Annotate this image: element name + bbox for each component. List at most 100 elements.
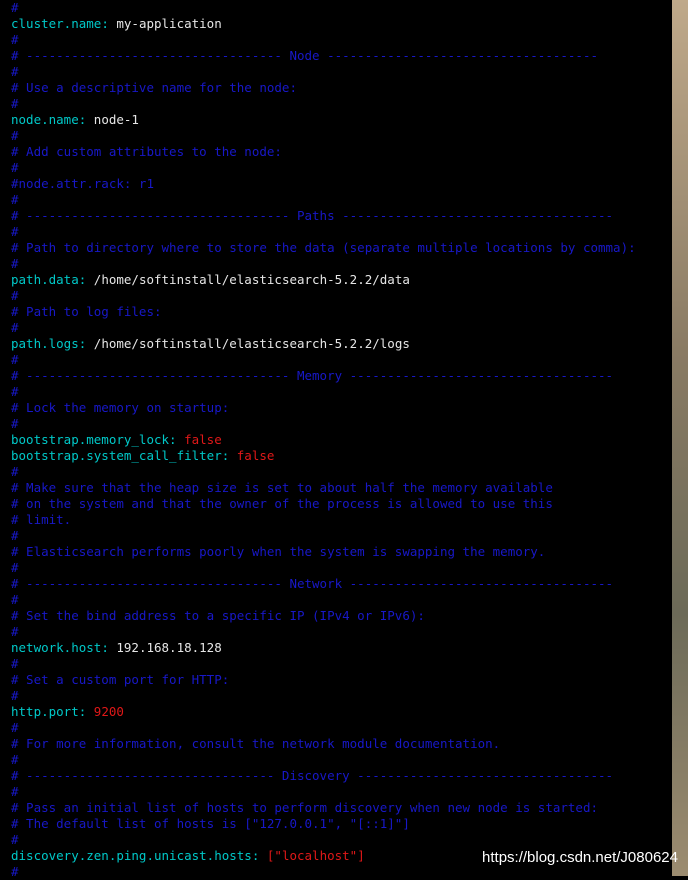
- key-separator: :: [78, 704, 94, 719]
- comment-line: # ----------------------------------- Pa…: [11, 208, 672, 224]
- comment-text: #: [11, 528, 19, 543]
- key-separator: :: [169, 432, 185, 447]
- comment-line: # Set a custom port for HTTP:: [11, 672, 672, 688]
- comment-line: # Add custom attributes to the node:: [11, 144, 672, 160]
- comment-line: #: [11, 784, 672, 800]
- comment-line: #: [11, 96, 672, 112]
- comment-text: # Elasticsearch performs poorly when the…: [11, 544, 546, 559]
- comment-line: #: [11, 192, 672, 208]
- comment-line: # on the system and that the owner of th…: [11, 496, 672, 512]
- comment-line: # Pass an initial list of hosts to perfo…: [11, 800, 672, 816]
- comment-text: # Set a custom port for HTTP:: [11, 672, 230, 687]
- comment-text: #: [11, 320, 19, 335]
- comment-text: # ---------------------------------- Net…: [11, 576, 614, 591]
- comment-text: #: [11, 624, 19, 639]
- comment-line: # ---------------------------------- Nod…: [11, 48, 672, 64]
- config-line: node.name: node-1: [11, 112, 672, 128]
- comment-text: # limit.: [11, 512, 72, 527]
- comment-line: # Elasticsearch performs poorly when the…: [11, 544, 672, 560]
- key-separator: :: [78, 272, 94, 287]
- comment-line: #: [11, 224, 672, 240]
- comment-line: #: [11, 528, 672, 544]
- config-value: false: [236, 448, 275, 463]
- comment-text: # ----------------------------------- Pa…: [11, 208, 614, 223]
- config-key: network.host: [11, 640, 102, 655]
- comment-line: #: [11, 624, 672, 640]
- comment-line: #: [11, 688, 672, 704]
- config-value: /home/softinstall/elasticsearch-5.2.2/da…: [93, 272, 410, 287]
- comment-line: # For more information, consult the netw…: [11, 736, 672, 752]
- config-line: network.host: 192.168.18.128: [11, 640, 672, 656]
- comment-text: #: [11, 784, 19, 799]
- comment-text: # --------------------------------- Disc…: [11, 768, 614, 783]
- key-separator: :: [251, 848, 267, 863]
- comment-text: #: [11, 32, 19, 47]
- comment-line: #node.attr.rack: r1: [11, 176, 672, 192]
- config-key: bootstrap.system_call_filter: [11, 448, 222, 463]
- config-line: path.logs: /home/softinstall/elasticsear…: [11, 336, 672, 352]
- comment-text: #: [11, 864, 19, 879]
- comment-text: #: [11, 416, 19, 431]
- config-key: path.logs: [11, 336, 79, 351]
- comment-line: #: [11, 64, 672, 80]
- comment-line: # ---------------------------------- Net…: [11, 576, 672, 592]
- config-value: 192.168.18.128: [116, 640, 222, 655]
- window-edge-strip: [672, 0, 688, 876]
- comment-text: #: [11, 720, 19, 735]
- comment-text: # For more information, consult the netw…: [11, 736, 501, 751]
- comment-line: #: [11, 832, 672, 848]
- comment-line: # --------------------------------- Disc…: [11, 768, 672, 784]
- config-value: /home/softinstall/elasticsearch-5.2.2/lo…: [93, 336, 410, 351]
- comment-text: #: [11, 64, 19, 79]
- config-line: path.data: /home/softinstall/elasticsear…: [11, 272, 672, 288]
- comment-line: #: [11, 384, 672, 400]
- comment-text: # Set the bind address to a specific IP …: [11, 608, 425, 623]
- key-separator: :: [78, 112, 94, 127]
- comment-line: #: [11, 32, 672, 48]
- comment-line: #: [11, 352, 672, 368]
- comment-line: # Path to log files:: [11, 304, 672, 320]
- comment-text: #: [11, 752, 19, 767]
- comment-line: # Make sure that the heap size is set to…: [11, 480, 672, 496]
- config-key: bootstrap.memory_lock: [11, 432, 170, 447]
- config-value: 9200: [93, 704, 124, 719]
- key-separator: :: [101, 16, 117, 31]
- config-value: false: [184, 432, 222, 447]
- comment-line: #: [11, 320, 672, 336]
- comment-text: #: [11, 0, 19, 15]
- comment-line: # limit.: [11, 512, 672, 528]
- comment-line: # ----------------------------------- Me…: [11, 368, 672, 384]
- comment-text: # on the system and that the owner of th…: [11, 496, 553, 511]
- comment-line: #: [11, 560, 672, 576]
- comment-line: #: [11, 160, 672, 176]
- config-key: discovery.zen.ping.unicast.hosts: [11, 848, 252, 863]
- comment-line: #: [11, 288, 672, 304]
- comment-text: #: [11, 96, 19, 111]
- terminal-text-area[interactable]: # cluster.name: my-application # # --------…: [0, 0, 672, 879]
- comment-line: #: [11, 752, 672, 768]
- config-line: bootstrap.memory_lock: false: [11, 432, 672, 448]
- comment-line: #: [11, 864, 672, 880]
- comment-line: #: [11, 464, 672, 480]
- comment-text: #: [11, 688, 19, 703]
- config-key: cluster.name: [11, 16, 102, 31]
- comment-line: #: [11, 0, 672, 16]
- config-line: cluster.name: my-application: [11, 16, 672, 32]
- comment-line: #: [11, 592, 672, 608]
- comment-text: # Pass an initial list of hosts to perfo…: [11, 800, 598, 815]
- comment-text: # The default list of hosts is ["127.0.0…: [11, 816, 410, 831]
- comment-text: # Path to directory where to store the d…: [11, 240, 636, 255]
- config-key: http.port: [11, 704, 79, 719]
- comment-text: # Add custom attributes to the node:: [11, 144, 282, 159]
- comment-text: #: [11, 256, 19, 271]
- comment-text: # Lock the memory on startup:: [11, 400, 230, 415]
- comment-text: #: [11, 384, 19, 399]
- comment-text: #: [11, 656, 19, 671]
- comment-text: #: [11, 224, 19, 239]
- comment-text: #: [11, 160, 19, 175]
- comment-text: #: [11, 560, 19, 575]
- config-value: ["localhost"]: [266, 848, 365, 863]
- config-line: bootstrap.system_call_filter: false: [11, 448, 672, 464]
- comment-line: # Use a descriptive name for the node:: [11, 80, 672, 96]
- key-separator: :: [78, 336, 94, 351]
